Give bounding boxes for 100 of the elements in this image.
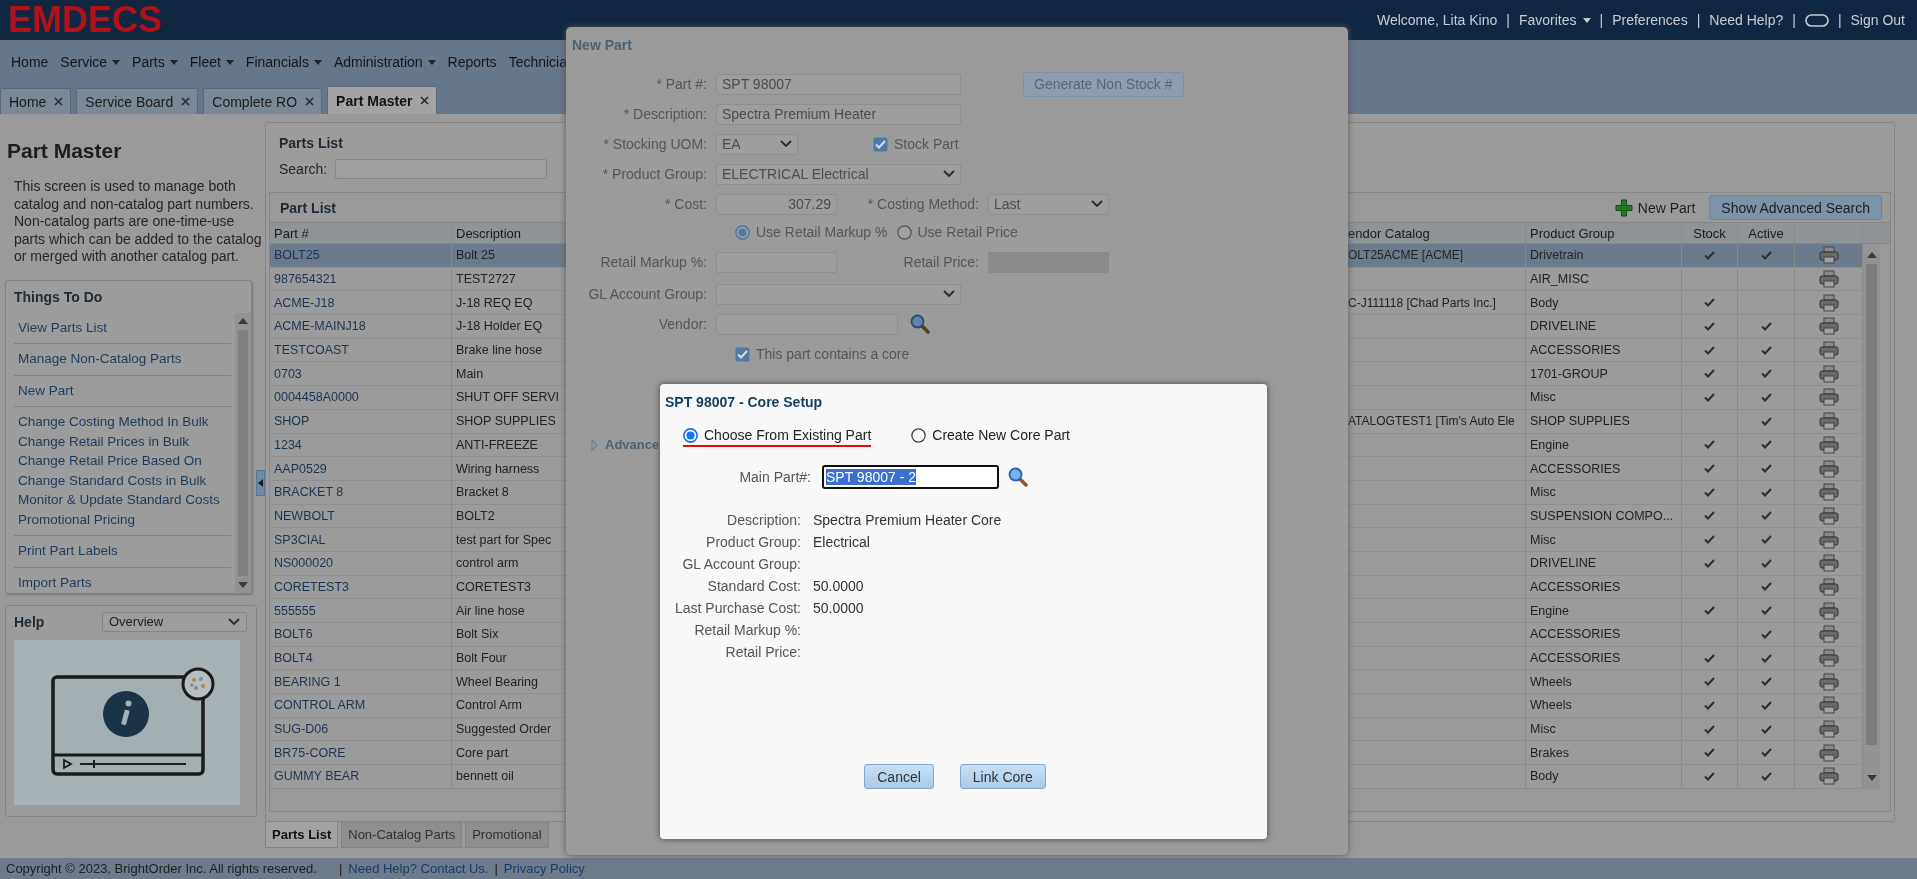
table-cell: Misc <box>1526 386 1682 409</box>
table-cell: 987654321 <box>270 267 452 291</box>
table-cell-text: Suggested Order <box>455 721 553 739</box>
table-cell: GUMMY BEAR <box>270 765 452 788</box>
table-cell: Engine <box>1526 433 1682 457</box>
table-cell-text: J-18 REQ EQ <box>455 294 534 312</box>
separator: | <box>338 861 343 876</box>
table-cell: Misc <box>1526 717 1682 741</box>
table-cell: 0703 <box>270 362 452 386</box>
detail-label: Retail Markup %: <box>693 622 801 638</box>
dialog-title: SPT 98007 - Core Setup <box>665 394 824 410</box>
panel-title: Parts List <box>278 134 343 151</box>
detail-label: Standard Cost: <box>706 578 801 594</box>
table-cell: Wheels <box>1526 670 1682 694</box>
panel-title: Things To Do <box>14 288 104 305</box>
table-cell-text: bennett oil <box>455 768 515 786</box>
field-label: Vendor: <box>657 316 708 332</box>
field-label: * Cost: <box>664 196 708 212</box>
field-label: Retail Markup %: <box>599 254 708 270</box>
table-cell-text: CORETEST3 <box>455 578 532 596</box>
table-cell: BOLT6 <box>270 623 452 646</box>
copyright-text: Copyright © 2023, BrightOrder Inc. All rights reserved. <box>6 861 317 876</box>
table-cell: BEARING 1 <box>270 670 452 694</box>
radio-label: Choose From Existing Part <box>704 427 872 443</box>
table-cell-text: Bracket 8 <box>455 484 510 502</box>
table-cell: Misc <box>1526 480 1682 504</box>
table-cell: CONTROL ARM <box>270 694 452 717</box>
table-cell: CORETEST3 <box>270 575 452 599</box>
separator: | <box>1837 12 1842 28</box>
table-cell: Brakes <box>1526 741 1682 765</box>
field-label: * Product Group: <box>601 166 708 182</box>
separator: | <box>1506 12 1510 28</box>
table-cell-text: Core part <box>455 744 510 762</box>
table-cell: Body <box>1526 291 1682 315</box>
dialog-title: New Part <box>571 36 633 53</box>
field-label: Main Part#: <box>738 469 811 485</box>
separator: | <box>494 861 498 876</box>
table-cell-text: Wheel Bearing <box>455 673 539 691</box>
table-cell: 555555 <box>270 599 452 622</box>
radio-label: Use Retail Price <box>917 224 1018 240</box>
separator: | <box>1696 12 1701 28</box>
table-cell: SHOP SUPPLIES <box>1526 409 1682 433</box>
field-label: Retail Price: <box>902 254 980 270</box>
detail-value: Electrical <box>813 534 870 550</box>
detail-label: Last Purchase Cost: <box>673 600 801 616</box>
table-cell-text: ANTI-FREEZE <box>455 436 539 454</box>
grid-title: Part List <box>280 199 336 216</box>
table-cell: ACME-MAINJ18 <box>270 315 452 338</box>
table-cell: Engine <box>1526 599 1682 622</box>
table-cell: BR75-CORE <box>270 741 452 765</box>
table-cell-text: Bolt 25 <box>455 247 496 265</box>
table-cell: BOLT25 <box>270 244 452 267</box>
table-cell-text: J-18 Holder EQ <box>455 318 544 336</box>
table-cell: ACCESSORIES <box>1526 338 1682 362</box>
page-title: Part Master <box>6 138 123 162</box>
table-cell: ACCESSORIES <box>1526 575 1682 599</box>
table-cell: TESTCOAST <box>270 338 452 362</box>
table-cell: Body <box>1526 765 1682 788</box>
table-cell-text: SHOP SUPPLIES <box>455 413 557 431</box>
table-cell: ACME-J18 <box>270 291 452 315</box>
detail-label: Retail Price: <box>724 644 801 660</box>
table-cell: 1234 <box>270 433 452 457</box>
welcome-text: Welcome, Lita Kino <box>1376 12 1498 28</box>
table-cell: NS000020 <box>270 551 452 575</box>
panel-title: Help <box>14 613 45 630</box>
table-cell: DRIVELINE <box>1526 315 1682 338</box>
table-cell: 0004458A0000 <box>270 386 452 409</box>
table-cell: BOLT4 <box>270 646 452 670</box>
separator: | <box>1792 12 1796 28</box>
table-cell: ACCESSORIES <box>1526 623 1682 646</box>
detail-value: Spectra Premium Heater Core <box>813 512 1002 528</box>
radio-label: Create New Core Part <box>932 427 1070 443</box>
table-cell-text: Bolt Six <box>455 626 500 644</box>
checkbox-label: Stock Part <box>894 136 959 152</box>
table-cell: SHOP <box>270 409 452 433</box>
field-label: * Description: <box>622 106 708 122</box>
table-cell: AIR_MISC <box>1526 267 1682 291</box>
table-cell: AAP0529 <box>270 457 452 480</box>
detail-value: 50.0000 <box>813 600 864 616</box>
field-label: GL Account Group: <box>587 286 708 302</box>
search-label: Search: <box>279 161 328 177</box>
field-label: * Stocking UOM: <box>602 136 708 152</box>
detail-label: GL Account Group: <box>681 556 801 572</box>
table-cell: ACCESSORIES <box>1526 646 1682 670</box>
field-label: * Part #: <box>655 76 708 92</box>
table-cell: Wheels <box>1526 694 1682 717</box>
detail-value: 50.0000 <box>813 578 864 594</box>
table-cell: DRIVELINE <box>1526 551 1682 575</box>
detail-label: Product Group: <box>705 534 801 550</box>
table-cell-text: Bolt Four <box>455 650 508 668</box>
table-cell-text: Brake line hose <box>455 342 544 360</box>
radio-label: Use Retail Markup % <box>756 224 888 240</box>
separator: | <box>1599 12 1604 28</box>
field-label: * Costing Method: <box>866 196 980 212</box>
table-cell-text: Control Arm <box>455 697 523 715</box>
table-cell: SUG-D06 <box>270 717 452 741</box>
table-cell-text: test part for Spec <box>455 531 553 549</box>
table-cell: 1701-GROUP <box>1526 362 1682 386</box>
table-cell: BRACKET 8 <box>270 480 452 504</box>
table-cell-text: Air line hose <box>455 602 526 620</box>
